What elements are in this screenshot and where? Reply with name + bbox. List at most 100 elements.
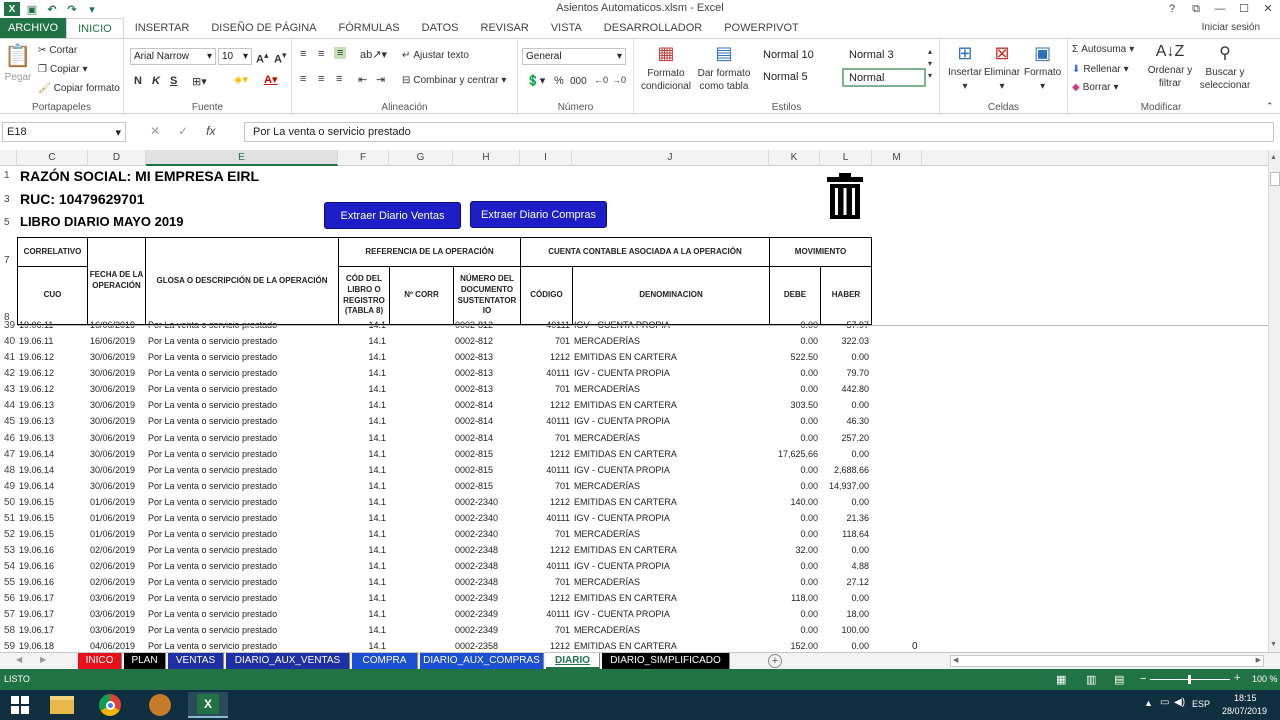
- chrome-icon[interactable]: [90, 692, 130, 718]
- cell-libro[interactable]: 14.1: [338, 416, 386, 426]
- sheet-tab-inico[interactable]: INICO: [78, 653, 122, 669]
- cell-glosa[interactable]: Por La venta o servicio prestado: [148, 641, 277, 651]
- column-header-l[interactable]: L: [820, 150, 872, 166]
- find-select-button[interactable]: ⚲ Buscar y seleccionar: [1198, 43, 1252, 92]
- cell-denominacion[interactable]: EMITIDAS EN CARTERA: [574, 449, 677, 459]
- cell-cuo[interactable]: 19.06.14: [19, 465, 54, 475]
- zoom-level[interactable]: 100 %: [1252, 674, 1278, 684]
- cell-debe[interactable]: 0.00: [769, 625, 818, 635]
- cell-denominacion[interactable]: MERCADERÍAS: [574, 481, 640, 491]
- sheet-tab-ventas[interactable]: VENTAS: [168, 653, 224, 669]
- cell-denominacion[interactable]: MERCADERÍAS: [574, 433, 640, 443]
- tray-expand-icon[interactable]: ▲: [1144, 698, 1153, 708]
- vertical-scrollbar[interactable]: ▲ ▼: [1268, 150, 1280, 652]
- merge-center-button[interactable]: ⊟ Combinar y centrar ▾: [402, 75, 506, 86]
- delete-cells-button[interactable]: ⊠ Eliminar ▾: [984, 43, 1020, 92]
- cell-debe[interactable]: 17,625.66: [769, 449, 818, 459]
- row-header[interactable]: 49: [4, 481, 15, 492]
- cell-glosa[interactable]: Por La venta o servicio prestado: [148, 465, 277, 475]
- tab-archivo[interactable]: ARCHIVO: [0, 18, 67, 38]
- cell-debe[interactable]: 0.00: [769, 433, 818, 443]
- cell-libro[interactable]: 14.1: [338, 513, 386, 523]
- cell-glosa[interactable]: Por La venta o servicio prestado: [148, 481, 277, 491]
- cell-documento[interactable]: 0002-815: [455, 449, 493, 459]
- grow-font-icon[interactable]: A▴: [256, 50, 269, 66]
- cell-haber[interactable]: 0.00: [820, 545, 869, 555]
- formula-input[interactable]: Por La venta o servicio prestado: [244, 122, 1274, 142]
- cut-button[interactable]: ✂ Cortar: [38, 45, 77, 56]
- cell-libro[interactable]: 14.1: [338, 561, 386, 571]
- windows-start-icon[interactable]: [0, 692, 40, 718]
- cell-denominacion[interactable]: MERCADERÍAS: [574, 384, 640, 394]
- column-header-j[interactable]: J: [572, 150, 769, 166]
- tab-revisar[interactable]: REVISAR: [470, 18, 540, 38]
- cell-codigo[interactable]: 40111: [520, 561, 570, 571]
- cell-codigo[interactable]: 701: [520, 336, 570, 346]
- cell-codigo[interactable]: 40111: [520, 513, 570, 523]
- cell-glosa[interactable]: Por La venta o servicio prestado: [148, 513, 277, 523]
- bold-button[interactable]: N: [134, 75, 142, 87]
- cell-libro[interactable]: 14.1: [338, 449, 386, 459]
- increase-decimal-icon[interactable]: ←0: [594, 75, 608, 85]
- row-header[interactable]: 45: [4, 416, 15, 427]
- row-header[interactable]: 41: [4, 352, 15, 363]
- cell-haber[interactable]: 0.00: [820, 641, 869, 651]
- cell-cuo[interactable]: 19.06.15: [19, 513, 54, 523]
- cell-documento[interactable]: 0002-2340: [455, 529, 498, 539]
- cell-cuo[interactable]: 19.06.15: [19, 497, 54, 507]
- align-top-icon[interactable]: ≡: [300, 48, 306, 60]
- cell-documento[interactable]: 0002-814: [455, 416, 493, 426]
- cell-haber[interactable]: 27.12: [820, 577, 869, 587]
- cell-glosa[interactable]: Por La venta o servicio prestado: [148, 561, 277, 571]
- format-as-table-button[interactable]: ▤ Dar formato como tabla: [696, 43, 752, 93]
- font-color-icon[interactable]: A▾: [264, 73, 277, 86]
- cell-debe[interactable]: 32.00: [769, 545, 818, 555]
- row-header[interactable]: 55: [4, 577, 15, 588]
- cell-fecha[interactable]: 30/06/2019: [90, 384, 135, 394]
- paste-button[interactable]: 📋 Pegar: [4, 43, 32, 83]
- column-header-i[interactable]: I: [520, 150, 572, 166]
- cell-debe[interactable]: 0.00: [769, 481, 818, 491]
- cell-denominacion[interactable]: EMITIDAS EN CARTERA: [574, 497, 677, 507]
- cell-documento[interactable]: 0002-2348: [455, 545, 498, 555]
- cell-debe[interactable]: 0.00: [769, 465, 818, 475]
- shrink-font-icon[interactable]: A▾: [274, 50, 287, 66]
- cell-glosa[interactable]: Por La venta o servicio prestado: [148, 433, 277, 443]
- cell-denominacion[interactable]: IGV - CUENTA PROPIA: [574, 368, 670, 378]
- align-bottom-icon[interactable]: ≡: [334, 47, 347, 59]
- cell-glosa[interactable]: Por La venta o servicio prestado: [148, 368, 277, 378]
- cell-documento[interactable]: 0002-2348: [455, 577, 498, 587]
- cell-haber[interactable]: 4.88: [820, 561, 869, 571]
- cell-libro[interactable]: 14.1: [338, 641, 386, 651]
- worksheet[interactable]: C D E F G H I J K L M 1 3 5 7 8 RAZÓN SO…: [0, 150, 1268, 652]
- network-icon[interactable]: ▭: [1160, 697, 1169, 708]
- cell-libro[interactable]: 14.1: [338, 497, 386, 507]
- cell-documento[interactable]: 0002-814: [455, 400, 493, 410]
- row-header[interactable]: 58: [4, 625, 15, 636]
- cell-codigo[interactable]: 1212: [520, 352, 570, 362]
- cell-denominacion[interactable]: IGV - CUENTA PROPIA: [574, 416, 670, 426]
- app-glove-icon[interactable]: [140, 692, 180, 718]
- row-header[interactable]: 51: [4, 513, 15, 524]
- cell-denominacion[interactable]: MERCADERÍAS: [574, 336, 640, 346]
- cell-fecha[interactable]: 30/06/2019: [90, 433, 135, 443]
- cell-glosa[interactable]: Por La venta o servicio prestado: [148, 497, 277, 507]
- column-header-k[interactable]: K: [769, 150, 820, 166]
- customize-qat-icon[interactable]: ▾: [84, 1, 100, 17]
- cell-debe[interactable]: 0.00: [769, 609, 818, 619]
- cell-glosa[interactable]: Por La venta o servicio prestado: [148, 352, 277, 362]
- cell-debe[interactable]: 140.00: [769, 497, 818, 507]
- cell-fecha[interactable]: 01/06/2019: [90, 529, 135, 539]
- cell-fecha[interactable]: 30/06/2019: [90, 400, 135, 410]
- cell-denominacion[interactable]: IGV - CUENTA PROPIA: [574, 465, 670, 475]
- redo-icon[interactable]: ↷: [64, 1, 80, 17]
- sheet-tab-diario-simplificado[interactable]: DIARIO_SIMPLIFICADO: [602, 653, 730, 669]
- cell-glosa[interactable]: Por La venta o servicio prestado: [148, 400, 277, 410]
- align-middle-icon[interactable]: ≡: [318, 48, 324, 60]
- cell-fecha[interactable]: 02/06/2019: [90, 561, 135, 571]
- autosum-button[interactable]: Σ Autosuma ▾: [1072, 44, 1134, 55]
- row-header[interactable]: 42: [4, 368, 15, 379]
- cell-haber[interactable]: 46.30: [820, 416, 869, 426]
- cell-codigo[interactable]: 40111: [520, 368, 570, 378]
- cell-codigo[interactable]: 1212: [520, 545, 570, 555]
